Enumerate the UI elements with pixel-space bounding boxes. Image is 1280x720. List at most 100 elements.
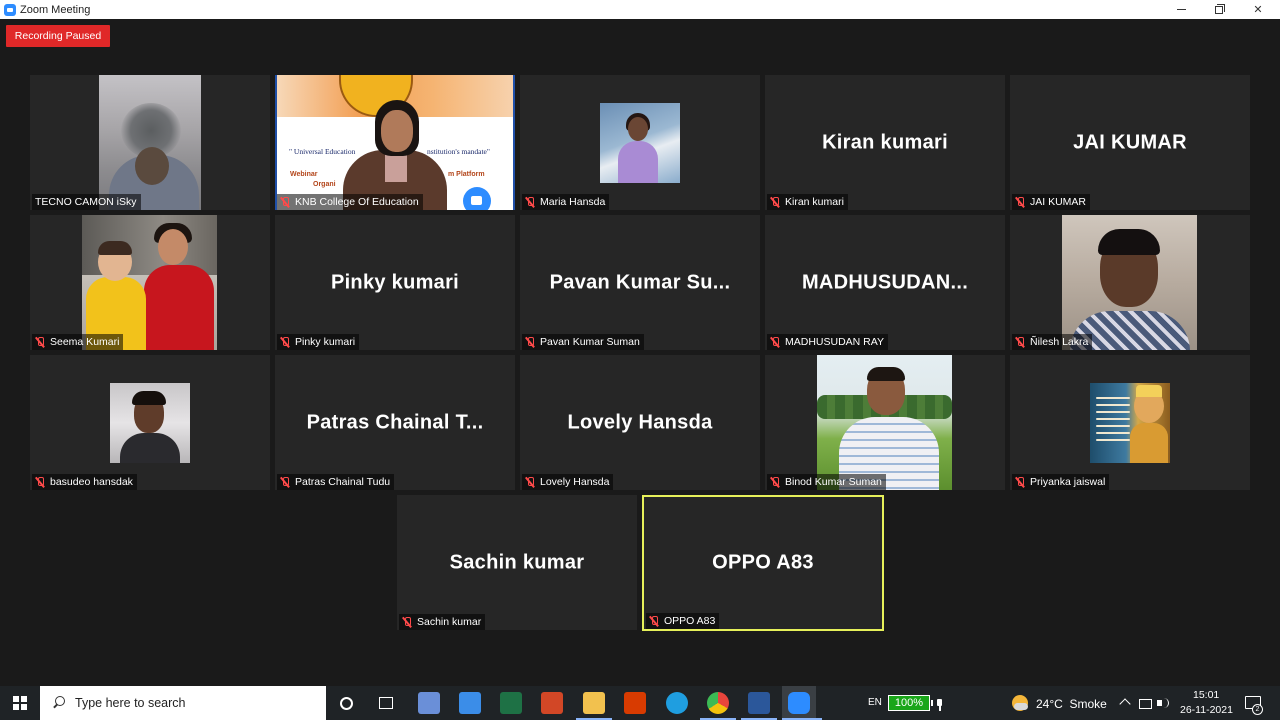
maximize-button[interactable] — [1200, 0, 1238, 19]
office-icon[interactable] — [623, 691, 647, 715]
participant-name-label: basudeo hansdak — [32, 474, 137, 490]
mic-muted-icon — [525, 336, 535, 348]
participant-tile-nilesh-lakra[interactable]: Ñilesh Lakra — [1010, 215, 1250, 350]
participant-name-label: Binod Kumar Suman — [767, 474, 886, 490]
window-title: Zoom Meeting — [20, 3, 91, 16]
participant-name-label: Pavan Kumar Suman — [522, 334, 644, 350]
zoom-logo-icon — [463, 187, 491, 210]
participant-name-label: Maria Hansda — [522, 194, 610, 210]
close-icon: ✕ — [1253, 4, 1263, 16]
mic-muted-icon — [525, 476, 535, 488]
participant-tile-pinky-kumari[interactable]: Pinky kumari Pinky kumari — [275, 215, 515, 350]
mic-muted-icon — [402, 616, 412, 628]
participant-display-name: Sachin kumar — [449, 551, 585, 573]
zoom-taskbar-icon[interactable] — [782, 686, 816, 720]
participant-tile-seema-kumari[interactable]: Seema Kumari — [30, 215, 270, 350]
file-explorer-icon[interactable] — [582, 691, 606, 715]
participant-name-label: JAI KUMAR — [1012, 194, 1091, 210]
participant-display-name: OPPO A83 — [712, 551, 814, 574]
participant-name-label: Sachin kumar — [399, 614, 486, 630]
taskbar-search-box[interactable]: Type here to search — [40, 686, 326, 720]
participant-tile-lovely-hansda[interactable]: Lovely Hansda Lovely Hansda — [520, 355, 760, 490]
notifications-count: 2 — [1252, 704, 1263, 715]
title-bar: Zoom Meeting ✕ — [0, 0, 1280, 19]
mic-muted-icon — [1015, 476, 1025, 488]
clock-date[interactable]: 26-11-2021 — [1180, 704, 1233, 716]
participant-tile-priyanka-jaiswal[interactable]: Priyanka jaiswal — [1010, 355, 1250, 490]
participant-name-label: OPPO A83 — [646, 613, 720, 629]
close-button[interactable]: ✕ — [1239, 0, 1277, 19]
participant-name-label: Seema Kumari — [32, 334, 124, 350]
mic-muted-icon — [525, 196, 535, 208]
weather-icon[interactable] — [1012, 695, 1028, 711]
participant-video — [99, 75, 201, 210]
chevron-up-icon[interactable] — [1118, 696, 1132, 710]
volume-icon[interactable] — [1156, 696, 1170, 710]
participant-tile-oppo-a83[interactable]: OPPO A83 OPPO A83 — [642, 495, 884, 631]
participant-tile-patras-chainal-tudu[interactable]: Patras Chainal T... Patras Chainal Tudu — [275, 355, 515, 490]
participant-video — [817, 355, 952, 490]
charging-icon — [934, 695, 944, 711]
mic-muted-icon — [280, 336, 290, 348]
participant-display-name: Pavan Kumar Su... — [549, 271, 731, 293]
search-icon — [52, 696, 66, 710]
participant-tile-jai-kumar[interactable]: JAI KUMAR JAI KUMAR — [1010, 75, 1250, 210]
cortana-icon[interactable] — [334, 691, 358, 715]
clock-time[interactable]: 15:01 — [1193, 689, 1219, 701]
windows-taskbar: Type here to search EN 100% 24°C Smoke 1… — [0, 686, 1280, 720]
mic-muted-icon — [1015, 196, 1025, 208]
zoom-icon — [4, 3, 16, 16]
participant-video — [1062, 215, 1197, 350]
participant-tile-knb-college[interactable]: " Universal Education nstitution's manda… — [275, 75, 515, 210]
participant-name-label: Priyanka jaiswal — [1012, 474, 1110, 490]
participant-tile-sachin-kumar[interactable]: Sachin kumar Sachin kumar — [397, 495, 637, 630]
participant-name-label: TECNO CAMON iSky — [32, 194, 141, 210]
mic-muted-icon — [35, 336, 45, 348]
participant-display-name: Kiran kumari — [822, 131, 948, 153]
participant-tile-tecno-camon[interactable]: TECNO CAMON iSky — [30, 75, 270, 210]
participant-tile-madhusudan-ray[interactable]: MADHUSUDAN... MADHUSUDAN RAY — [765, 215, 1005, 350]
edge-icon[interactable] — [665, 691, 689, 715]
participant-video: " Universal Education nstitution's manda… — [275, 75, 515, 210]
participant-display-name: JAI KUMAR — [1073, 131, 1187, 153]
recording-paused-badge[interactable]: Recording Paused — [6, 25, 110, 47]
participant-video — [600, 103, 680, 183]
participant-display-name: Patras Chainal T... — [306, 411, 484, 433]
network-icon[interactable] — [1138, 696, 1152, 710]
mic-muted-icon — [280, 476, 290, 488]
windows-icon — [13, 696, 27, 710]
participant-tile-basudeo-hansdak[interactable]: basudeo hansdak — [30, 355, 270, 490]
mic-muted-icon — [35, 476, 45, 488]
app-icon-2[interactable] — [540, 691, 564, 715]
participant-video — [82, 215, 217, 350]
minimize-icon — [1176, 9, 1186, 10]
participant-name-label: Kiran kumari — [767, 194, 848, 210]
minimize-button[interactable] — [1162, 0, 1200, 19]
participant-name-label: KNB College Of Education — [277, 194, 423, 210]
search-placeholder: Type here to search — [75, 696, 186, 710]
store-icon[interactable] — [458, 691, 482, 715]
chrome-icon[interactable] — [706, 691, 730, 715]
participant-display-name: Lovely Hansda — [567, 411, 713, 433]
app-icon-1[interactable] — [417, 691, 441, 715]
participant-name-label: MADHUSUDAN RAY — [767, 334, 888, 350]
start-button[interactable] — [0, 686, 40, 720]
participant-tile-maria-hansda[interactable]: Maria Hansda — [520, 75, 760, 210]
mic-muted-icon — [770, 476, 780, 488]
participant-tile-pavan-kumar-suman[interactable]: Pavan Kumar Su... Pavan Kumar Suman — [520, 215, 760, 350]
participant-name-label: Lovely Hansda — [522, 474, 614, 490]
language-indicator[interactable]: EN — [868, 697, 882, 708]
weather-text[interactable]: 24°C Smoke — [1036, 697, 1107, 711]
participant-name-label: Ñilesh Lakra — [1012, 334, 1093, 350]
word-icon[interactable] — [747, 691, 771, 715]
participant-display-name: MADHUSUDAN... — [801, 271, 969, 293]
participant-tile-kiran-kumari[interactable]: Kiran kumari Kiran kumari — [765, 75, 1005, 210]
excel-icon[interactable] — [499, 691, 523, 715]
mic-muted-icon — [1015, 336, 1025, 348]
participant-tile-binod-kumar-suman[interactable]: Binod Kumar Suman — [765, 355, 1005, 490]
mic-muted-icon — [770, 196, 780, 208]
task-view-icon[interactable] — [374, 691, 398, 715]
battery-indicator[interactable]: 100% — [888, 695, 933, 711]
participant-name-label: Pinky kumari — [277, 334, 360, 350]
mic-muted-icon — [649, 615, 659, 627]
